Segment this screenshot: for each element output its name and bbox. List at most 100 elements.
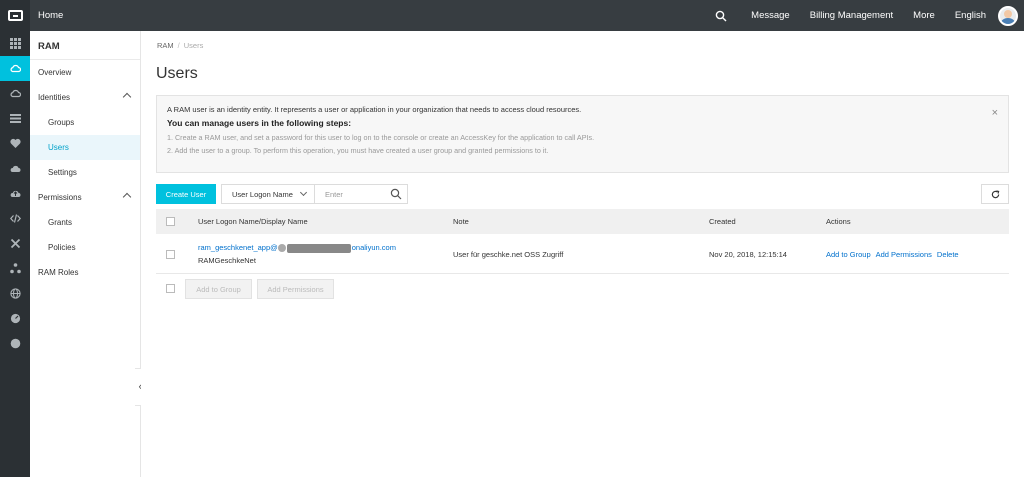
breadcrumb: RAM / Users [157, 41, 203, 50]
code-icon [9, 214, 21, 223]
rail-cloud-solid[interactable] [0, 156, 30, 181]
chevron-up-icon [122, 92, 132, 102]
column-header-actions: Actions [826, 217, 851, 226]
delete-link[interactable]: Delete [937, 250, 959, 259]
rail-globe[interactable] [0, 281, 30, 306]
logon-name-prefix: ram_geschkenet_app@ [198, 243, 278, 252]
page-title: Users [156, 65, 198, 82]
bulk-select-checkbox[interactable] [166, 284, 175, 293]
language-selector[interactable]: English [955, 10, 986, 21]
message-link[interactable]: Message [751, 10, 790, 21]
rail-circle[interactable] [0, 331, 30, 356]
sidebar-item-users[interactable]: Users [30, 135, 140, 160]
table-row: ram_geschkenet_app@ onaliyun.com RAMGesch… [156, 234, 1009, 274]
users-toolbar: Create User User Logon Name [156, 184, 1009, 205]
ram-sidebar: RAM Overview Identities Groups Users Set… [30, 31, 141, 477]
search-input[interactable] [315, 185, 387, 203]
rail-apps-grid[interactable] [0, 31, 30, 56]
rail-heart[interactable] [0, 131, 30, 156]
table-header: User Logon Name/Display Name Note Create… [156, 209, 1009, 234]
user-note: User für geschke.net OSS Zugriff [453, 250, 564, 259]
circle-icon [10, 338, 20, 349]
close-icon[interactable]: × [992, 107, 998, 119]
breadcrumb-current: Users [183, 41, 204, 50]
select-value: User Logon Name [232, 190, 293, 199]
column-header-created: Created [709, 217, 736, 226]
info-notice: A RAM user is an identity entity. It rep… [156, 95, 1009, 173]
rail-code[interactable] [0, 206, 30, 231]
gear-icon [277, 244, 286, 253]
sidebar-item-settings[interactable]: Settings [30, 160, 140, 185]
rail-tools[interactable] [0, 231, 30, 256]
breadcrumb-separator: / [177, 41, 180, 50]
rail-network[interactable] [0, 256, 30, 281]
chevron-up-icon [122, 192, 132, 202]
logo-icon [7, 10, 23, 21]
rail-cloud-2[interactable] [0, 81, 30, 106]
bulk-add-to-group-button[interactable]: Add to Group [185, 279, 252, 299]
display-name: RAMGeschkeNet [198, 256, 256, 265]
search-icon[interactable] [390, 188, 402, 200]
refresh-icon [991, 189, 999, 198]
search-field-select[interactable]: User Logon Name [221, 184, 315, 204]
cloud-upload-icon [10, 190, 20, 197]
create-user-button[interactable]: Create User [156, 184, 216, 204]
more-menu[interactable]: More [913, 10, 935, 21]
heart-icon [9, 138, 21, 148]
refresh-button[interactable] [981, 184, 1009, 204]
logon-name-suffix: onaliyun.com [351, 243, 396, 252]
created-time: Nov 20, 2018, 12:15:14 [709, 250, 787, 259]
sidebar-item-label: Identities [38, 93, 71, 102]
column-header-logon-name: User Logon Name/Display Name [198, 217, 308, 226]
rail-gauge[interactable] [0, 306, 30, 331]
sidebar-item-overview[interactable]: Overview [30, 60, 140, 85]
top-bar: Home Message Billing Management More Eng… [0, 0, 1024, 31]
bulk-actions-bar: Add to Group Add Permissions [156, 274, 1009, 302]
info-step-1: 1. Create a RAM user, and set a password… [167, 133, 595, 142]
billing-management-link[interactable]: Billing Management [810, 10, 893, 21]
globe-icon [9, 288, 21, 299]
sidebar-title: RAM [30, 31, 140, 60]
redacted-domain [286, 243, 351, 253]
info-step-2: 2. Add the user to a group. To perform t… [167, 146, 549, 155]
home-link[interactable]: Home [38, 10, 63, 21]
bulk-add-permissions-button[interactable]: Add Permissions [257, 279, 334, 299]
cloud-icon [10, 64, 21, 73]
rail-list[interactable] [0, 106, 30, 131]
add-permissions-link[interactable]: Add Permissions [876, 250, 932, 259]
sidebar-item-label: Permissions [38, 193, 82, 202]
rail-cloud-active[interactable] [0, 56, 30, 81]
top-nav: Message Billing Management More English [715, 0, 1024, 31]
gauge-icon [10, 313, 20, 324]
search-box [314, 184, 408, 204]
sidebar-item-ram-roles[interactable]: RAM Roles [30, 260, 140, 285]
grid-icon [9, 38, 21, 49]
sidebar-item-permissions[interactable]: Permissions [30, 185, 140, 210]
product-icon-rail [0, 31, 30, 477]
sidebar-item-policies[interactable]: Policies [30, 235, 140, 260]
sidebar-item-identities[interactable]: Identities [30, 85, 140, 110]
search-icon[interactable] [715, 10, 727, 22]
select-all-checkbox[interactable] [166, 217, 175, 226]
user-logon-name-link[interactable]: ram_geschkenet_app@ onaliyun.com [198, 243, 396, 253]
cloud-solid-icon [10, 165, 20, 172]
info-heading: You can manage users in the following st… [167, 118, 352, 128]
users-table: User Logon Name/Display Name Note Create… [156, 209, 1009, 302]
breadcrumb-root[interactable]: RAM [157, 41, 174, 50]
cloud-outline-icon [10, 89, 21, 98]
row-checkbox[interactable] [166, 250, 175, 259]
add-to-group-link[interactable]: Add to Group [826, 250, 871, 259]
console-logo[interactable] [0, 0, 30, 31]
main-content: RAM / Users Users A RAM user is an identit… [141, 31, 1024, 477]
rail-upload[interactable] [0, 181, 30, 206]
network-icon [9, 263, 21, 274]
info-intro: A RAM user is an identity entity. It rep… [167, 105, 582, 114]
sidebar-item-groups[interactable]: Groups [30, 110, 140, 135]
column-header-note: Note [453, 217, 469, 226]
cross-tools-icon [10, 238, 20, 249]
list-icon [9, 114, 21, 123]
sidebar-item-grants[interactable]: Grants [30, 210, 140, 235]
row-actions: Add to Group Add Permissions Delete [826, 250, 964, 259]
user-avatar[interactable] [998, 5, 1018, 26]
chevron-down-icon [299, 188, 308, 197]
